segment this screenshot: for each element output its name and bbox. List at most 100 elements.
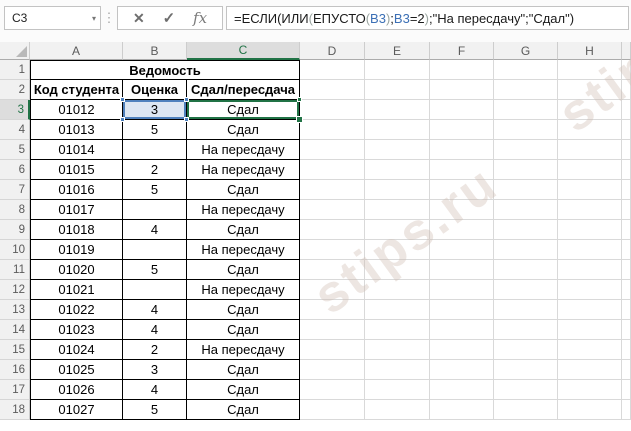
cell-F17[interactable]	[430, 380, 494, 400]
cell-E13[interactable]	[365, 300, 430, 320]
name-box[interactable]: C3 ▾	[4, 6, 101, 30]
cell-F9[interactable]	[430, 220, 494, 240]
cell-H14[interactable]	[558, 320, 622, 340]
cell-B16[interactable]: 3	[123, 360, 187, 380]
cell-partial-16[interactable]	[622, 360, 631, 380]
cell-B5[interactable]	[123, 140, 187, 160]
row-header-4[interactable]: 4	[0, 120, 30, 140]
cell-H1[interactable]	[558, 60, 622, 80]
row-header-10[interactable]: 10	[0, 240, 30, 260]
cell-D2[interactable]	[300, 80, 365, 100]
cell-G16[interactable]	[494, 360, 558, 380]
cell-G10[interactable]	[494, 240, 558, 260]
cell-E1[interactable]	[365, 60, 430, 80]
cell-E17[interactable]	[365, 380, 430, 400]
cell-G15[interactable]	[494, 340, 558, 360]
cancel-icon[interactable]: ✕	[133, 10, 145, 27]
cell-F8[interactable]	[430, 200, 494, 220]
cell-A14[interactable]: 01023	[30, 320, 123, 340]
cell-partial-6[interactable]	[622, 160, 631, 180]
row-header-8[interactable]: 8	[0, 200, 30, 220]
row-header-3[interactable]: 3	[0, 100, 30, 120]
cell-A13[interactable]: 01022	[30, 300, 123, 320]
cell-E18[interactable]	[365, 400, 430, 420]
cell-D9[interactable]	[300, 220, 365, 240]
row-header-12[interactable]: 12	[0, 280, 30, 300]
column-header-G[interactable]: G	[494, 42, 558, 60]
cell-G2[interactable]	[494, 80, 558, 100]
cell-partial-7[interactable]	[622, 180, 631, 200]
cell-H10[interactable]	[558, 240, 622, 260]
cell-G14[interactable]	[494, 320, 558, 340]
cell-H16[interactable]	[558, 360, 622, 380]
row-header-1[interactable]: 1	[0, 60, 30, 80]
cell-A3[interactable]: 01012	[30, 100, 123, 120]
cell-G9[interactable]	[494, 220, 558, 240]
cell-E3[interactable]	[365, 100, 430, 120]
cell-G13[interactable]	[494, 300, 558, 320]
column-header-partial[interactable]	[622, 42, 631, 60]
cell-H13[interactable]	[558, 300, 622, 320]
column-header-C[interactable]: C	[187, 42, 300, 60]
cell-H8[interactable]	[558, 200, 622, 220]
row-header-17[interactable]: 17	[0, 380, 30, 400]
cell-G3[interactable]	[494, 100, 558, 120]
cell-F6[interactable]	[430, 160, 494, 180]
column-header-F[interactable]: F	[430, 42, 494, 60]
cell-A5[interactable]: 01014	[30, 140, 123, 160]
cell-F14[interactable]	[430, 320, 494, 340]
cell-A2[interactable]: Код студента	[30, 80, 123, 100]
cell-H11[interactable]	[558, 260, 622, 280]
cell-A9[interactable]: 01018	[30, 220, 123, 240]
name-box-dropdown-icon[interactable]: ▾	[92, 14, 96, 23]
cell-E14[interactable]	[365, 320, 430, 340]
cell-D11[interactable]	[300, 260, 365, 280]
cell-H18[interactable]	[558, 400, 622, 420]
formula-input[interactable]: =ЕСЛИ(ИЛИ(ЕПУСТО(B3); B3 =2) ;"На пересдачу…	[226, 6, 629, 30]
cell-F16[interactable]	[430, 360, 494, 380]
cell-E10[interactable]	[365, 240, 430, 260]
cell-D5[interactable]	[300, 140, 365, 160]
cell-F13[interactable]	[430, 300, 494, 320]
cell-B17[interactable]: 4	[123, 380, 187, 400]
cell-B3[interactable]: 3	[120, 97, 189, 122]
cell-B6[interactable]: 2	[123, 160, 187, 180]
cell-partial-15[interactable]	[622, 340, 631, 360]
cell-D17[interactable]	[300, 380, 365, 400]
cell-A16[interactable]: 01025	[30, 360, 123, 380]
cell-E2[interactable]	[365, 80, 430, 100]
cell-B15[interactable]: 2	[123, 340, 187, 360]
cell-E6[interactable]	[365, 160, 430, 180]
cell-C11[interactable]: Сдал	[187, 260, 300, 280]
cell-E8[interactable]	[365, 200, 430, 220]
cell-partial-4[interactable]	[622, 120, 631, 140]
cell-B18[interactable]: 5	[123, 400, 187, 420]
cell-A7[interactable]: 01016	[30, 180, 123, 200]
row-header-2[interactable]: 2	[0, 80, 30, 100]
cell-F1[interactable]	[430, 60, 494, 80]
cell-E9[interactable]	[365, 220, 430, 240]
reference-handle[interactable]	[184, 97, 189, 102]
cell-C5[interactable]: На пересдачу	[187, 140, 300, 160]
cell-A18[interactable]: 01027	[30, 400, 123, 420]
cell-C14[interactable]: Сдал	[187, 320, 300, 340]
row-header-9[interactable]: 9	[0, 220, 30, 240]
cell-G12[interactable]	[494, 280, 558, 300]
cell-F18[interactable]	[430, 400, 494, 420]
cell-E16[interactable]	[365, 360, 430, 380]
cell-partial-1[interactable]	[622, 60, 631, 80]
cell-D6[interactable]	[300, 160, 365, 180]
cell-H5[interactable]	[558, 140, 622, 160]
cell-partial-2[interactable]	[622, 80, 631, 100]
cell-C18[interactable]: Сдал	[187, 400, 300, 420]
cell-E12[interactable]	[365, 280, 430, 300]
cell-B9[interactable]: 4	[123, 220, 187, 240]
select-all-corner[interactable]	[0, 42, 30, 60]
cell-H4[interactable]	[558, 120, 622, 140]
cell-B8[interactable]	[123, 200, 187, 220]
cell-G11[interactable]	[494, 260, 558, 280]
cell-C8[interactable]: На пересдачу	[187, 200, 300, 220]
cell-C15[interactable]: На пересдачу	[187, 340, 300, 360]
cell-G6[interactable]	[494, 160, 558, 180]
row-header-6[interactable]: 6	[0, 160, 30, 180]
